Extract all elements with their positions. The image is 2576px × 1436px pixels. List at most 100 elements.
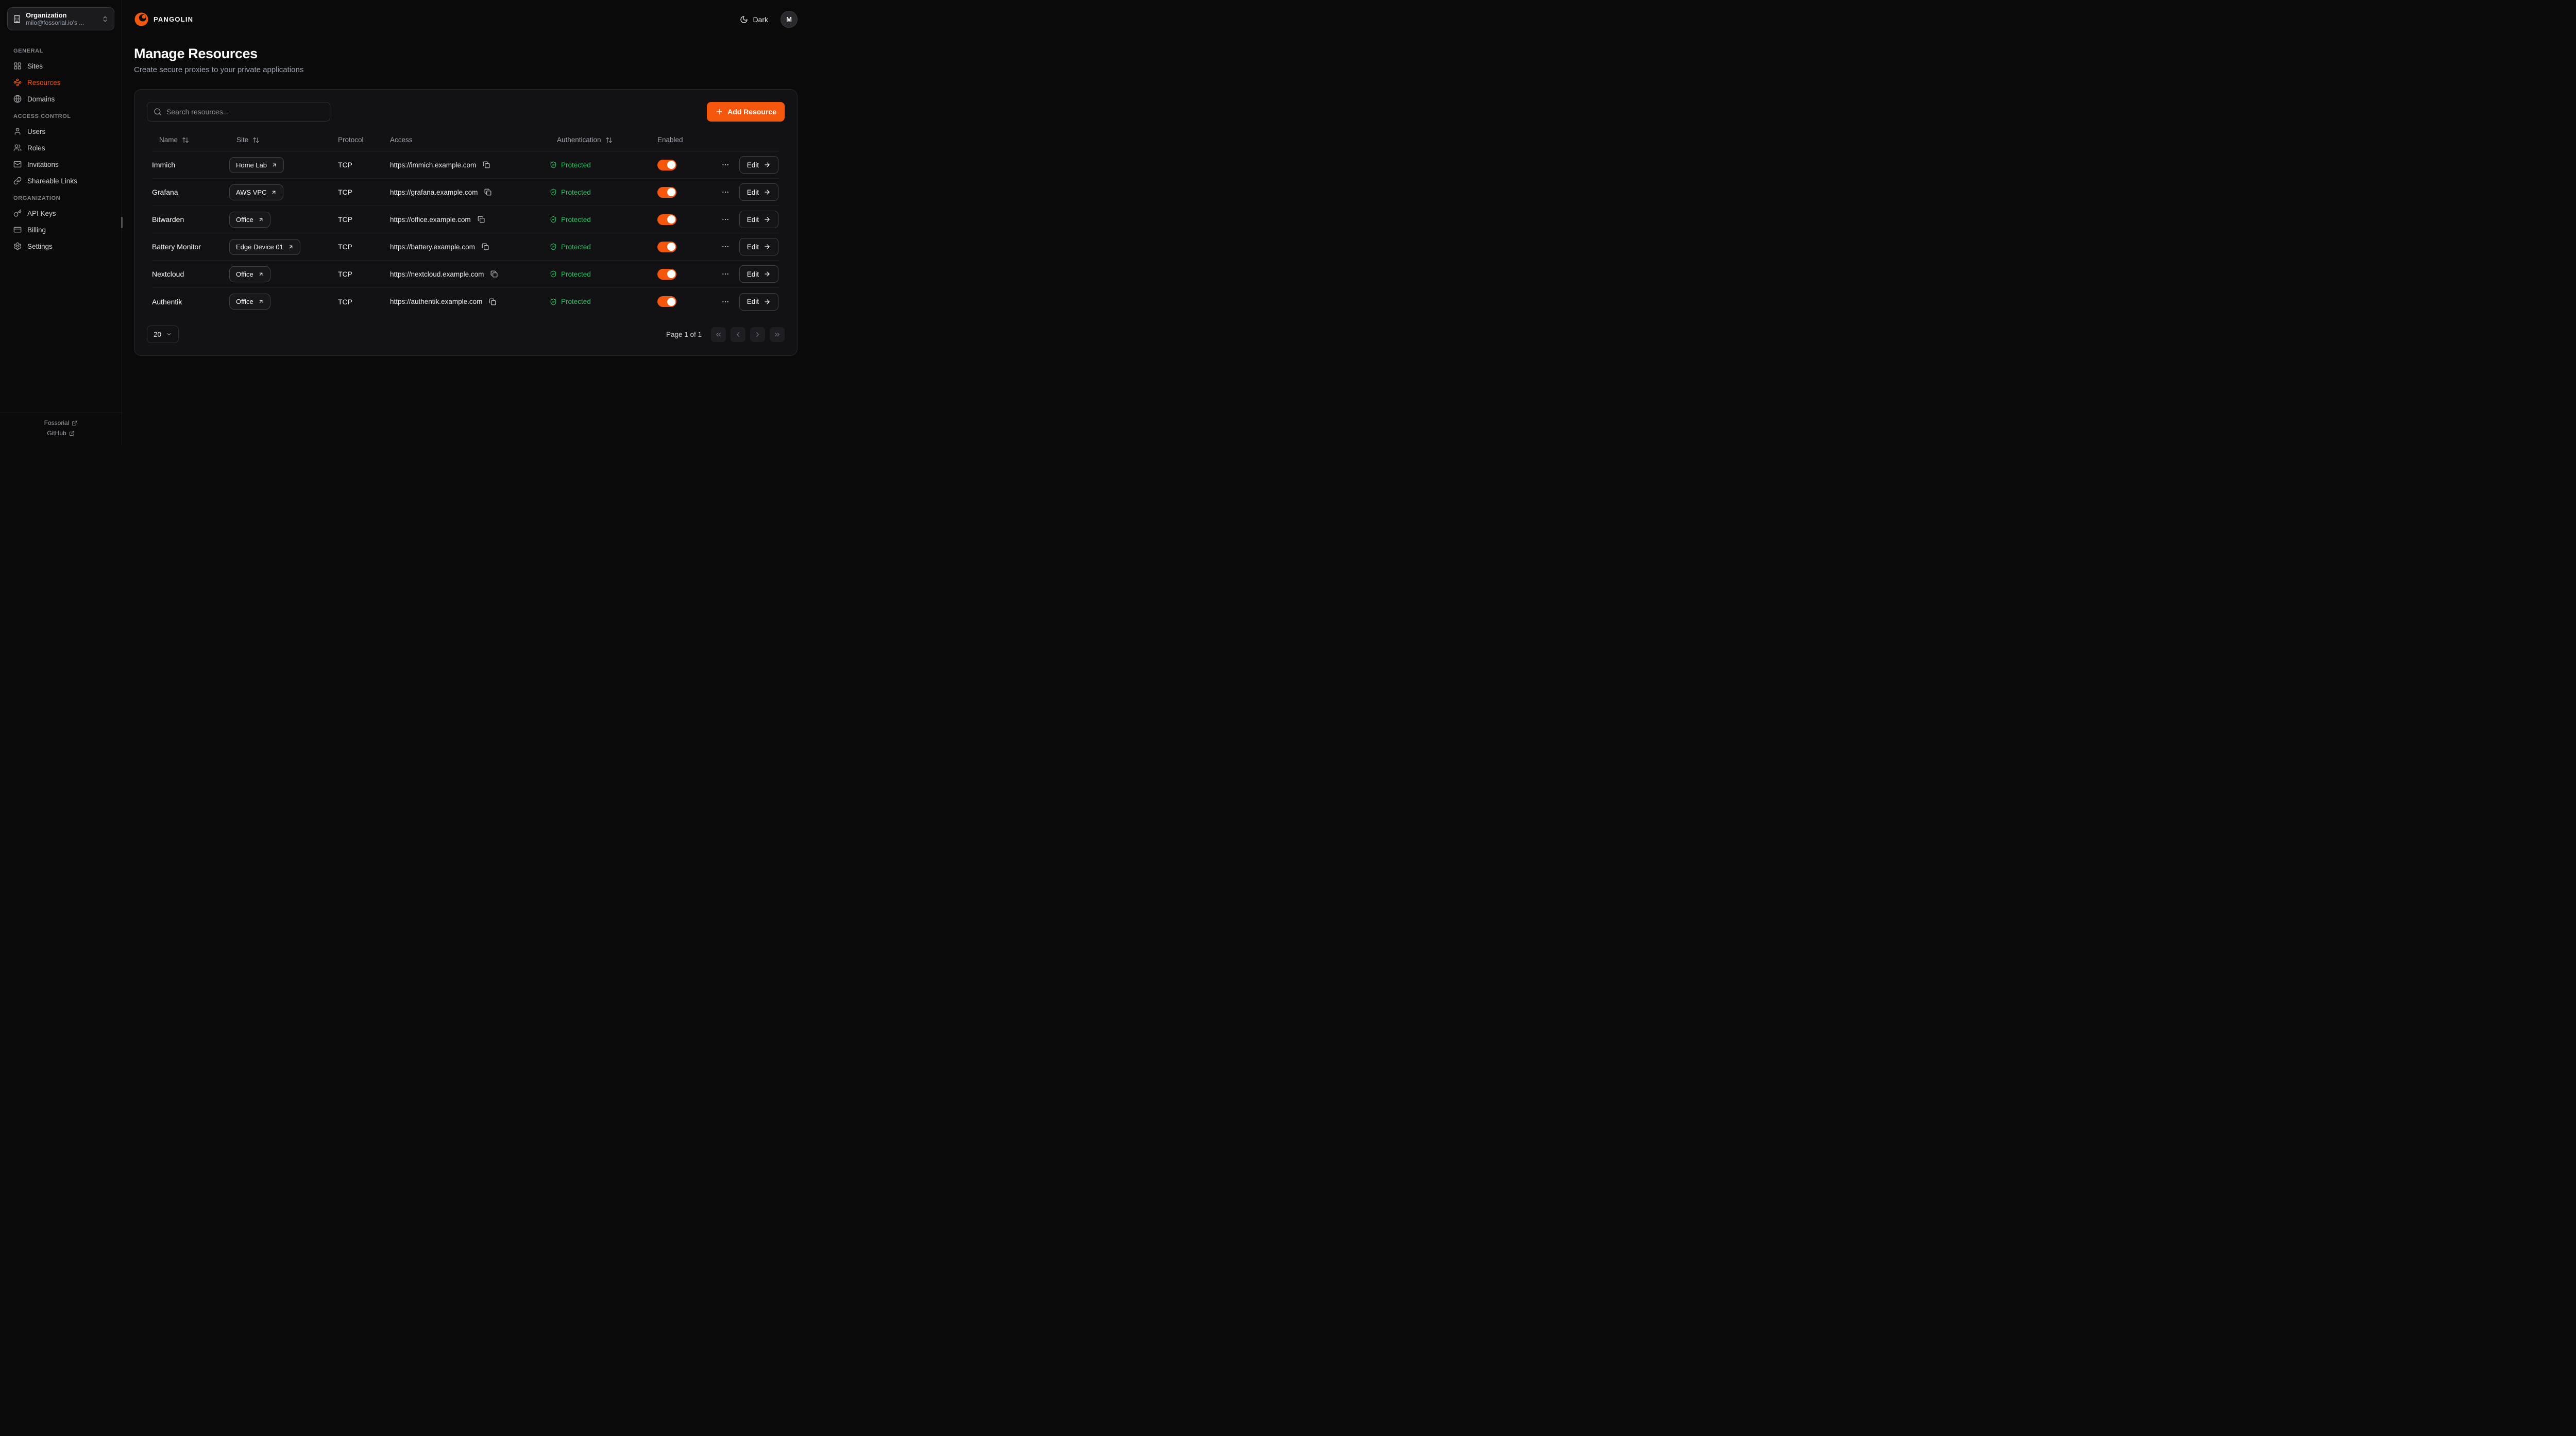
arrow-right-icon [764,298,771,305]
sort-name-header[interactable]: Name [152,133,196,147]
resource-protocol: TCP [338,270,390,278]
ellipsis-icon [721,298,730,306]
arrow-up-right-icon [258,271,264,277]
first-page-button[interactable] [711,327,726,342]
row-menu-button[interactable] [720,160,731,170]
enabled-toggle[interactable] [657,214,676,225]
sidebar-item-roles[interactable]: Roles [0,140,122,156]
site-link-button[interactable]: AWS VPC [229,184,283,200]
arrow-right-icon [764,161,771,168]
arrow-up-right-icon [272,162,277,168]
sidebar-resize-handle[interactable] [121,217,123,228]
page-size-select[interactable]: 20 [147,326,179,343]
sidebar-item-label: Sites [27,62,43,70]
user-avatar[interactable]: M [781,11,798,28]
footer-link-github[interactable]: GitHub [47,430,74,437]
mail-icon [13,160,22,168]
sidebar-item-invitations[interactable]: Invitations [0,156,122,173]
auth-status-label: Protected [561,298,591,305]
row-menu-button[interactable] [720,214,731,225]
sidebar-item-domains[interactable]: Domains [0,91,122,107]
add-resource-button[interactable]: Add Resource [707,102,785,122]
resource-name: Authentik [152,298,229,306]
enabled-toggle[interactable] [657,269,676,280]
enabled-toggle[interactable] [657,296,676,307]
row-menu-button[interactable] [720,269,731,279]
row-menu-button[interactable] [720,187,731,197]
copy-url-button[interactable] [483,187,493,197]
sort-icon [252,136,260,144]
copy-icon [483,161,490,168]
sidebar-item-users[interactable]: Users [0,123,122,140]
auth-status-label: Protected [561,243,591,251]
table-row: Grafana AWS VPC TCP https://grafana.exam… [152,179,779,206]
copy-url-button[interactable] [482,160,491,169]
enabled-toggle[interactable] [657,242,676,252]
previous-page-button[interactable] [731,327,745,342]
add-resource-label: Add Resource [727,108,776,116]
site-link-button[interactable]: Edge Device 01 [229,239,300,255]
external-link-icon [72,420,77,426]
column-label: Authentication [557,136,601,144]
sort-icon [182,136,189,144]
row-menu-button[interactable] [720,242,731,252]
ellipsis-icon [721,270,730,278]
plus-icon [715,108,723,116]
edit-button[interactable]: Edit [739,211,778,228]
arrow-right-icon [764,216,771,223]
site-link-button[interactable]: Home Lab [229,157,284,173]
footer-link-fossorial[interactable]: Fossorial [44,419,78,426]
sidebar-item-resources[interactable]: Resources [0,74,122,91]
sidebar-item-settings[interactable]: Settings [0,238,122,254]
next-page-button[interactable] [750,327,765,342]
search-icon [154,108,162,116]
sidebar-item-shareable-links[interactable]: Shareable Links [0,173,122,189]
theme-toggle-button[interactable]: Dark [740,15,768,24]
sort-authentication-header[interactable]: Authentication [550,133,620,147]
org-selector[interactable]: Organization milo@fossorial.io's ... [7,7,114,30]
resource-name: Battery Monitor [152,243,229,251]
edit-button[interactable]: Edit [739,156,778,174]
shield-check-icon [550,243,557,250]
last-page-button[interactable] [770,327,785,342]
auth-status: Protected [550,243,657,251]
site-link-button[interactable]: Office [229,294,270,310]
copy-url-button[interactable] [488,297,497,306]
sidebar-item-sites[interactable]: Sites [0,58,122,74]
sidebar-item-api-keys[interactable]: API Keys [0,205,122,221]
edit-button[interactable]: Edit [739,238,778,255]
enabled-toggle[interactable] [657,160,676,170]
search-box[interactable] [147,102,330,122]
auth-status: Protected [550,270,657,278]
table-footer: 20 Page 1 of 1 [147,326,785,343]
table-row: Battery Monitor Edge Device 01 TCP https… [152,233,779,261]
edit-button[interactable]: Edit [739,293,778,311]
resource-name: Bitwarden [152,215,229,224]
search-input[interactable] [166,108,324,116]
enabled-toggle[interactable] [657,187,676,198]
sidebar: Organization milo@fossorial.io's ... GEN… [0,0,122,445]
gear-icon [13,242,22,250]
table-row: Immich Home Lab TCP https://immich.examp… [152,151,779,179]
main-content: PANGOLIN Dark M Manage Resources Create … [122,0,808,445]
edit-button[interactable]: Edit [739,265,778,283]
sidebar-item-billing[interactable]: Billing [0,221,122,238]
ellipsis-icon [721,243,730,251]
copy-url-button[interactable] [481,242,490,251]
resource-url: https://nextcloud.example.com [390,270,484,278]
row-menu-button[interactable] [720,297,731,307]
copy-url-button[interactable] [477,215,486,224]
site-link-button[interactable]: Office [229,266,270,282]
site-link-button[interactable]: Office [229,212,270,228]
column-enabled: Enabled [657,136,719,144]
sort-site-header[interactable]: Site [229,133,267,147]
edit-label: Edit [747,298,759,305]
shield-check-icon [550,161,557,168]
copy-url-button[interactable] [489,269,499,279]
table-row: Nextcloud Office TCP https://nextcloud.e… [152,261,779,288]
copy-icon [484,189,492,196]
copy-icon [490,270,498,278]
site-name: Edge Device 01 [236,243,283,251]
resources-table: Name Site Protocol Access Authentication [152,129,779,315]
edit-button[interactable]: Edit [739,183,778,201]
